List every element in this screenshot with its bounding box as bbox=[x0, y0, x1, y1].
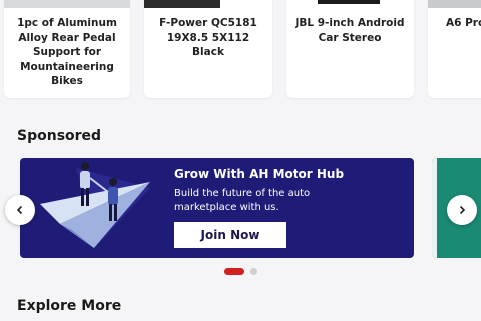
join-now-button[interactable]: Join Now bbox=[174, 222, 286, 248]
paper-plane-illustration bbox=[40, 162, 150, 248]
chevron-right-icon bbox=[459, 205, 466, 215]
product-image bbox=[428, 0, 481, 8]
product-name: A6 Pro L bbox=[446, 17, 481, 29]
explore-more-title: Explore More bbox=[17, 298, 122, 314]
carousel-prev-button[interactable] bbox=[5, 195, 35, 225]
product-strip: 1pc of Aluminum Alloy Rear Pedal Support… bbox=[0, 0, 481, 100]
sponsored-title: Sponsored bbox=[17, 128, 102, 144]
chevron-left-icon bbox=[16, 205, 23, 215]
banner-headline: Grow With AH Motor Hub bbox=[174, 167, 345, 181]
banner-body: Build the future of the auto marketplace… bbox=[174, 188, 311, 213]
product-card[interactable]: JBL 9-inch Android Car Stereo bbox=[286, 0, 414, 98]
product-card[interactable]: F-Power QC5181 19X8.5 5X112 Black bbox=[144, 0, 272, 98]
product-card[interactable]: A6 Pro L bbox=[428, 0, 481, 98]
product-image bbox=[4, 0, 130, 8]
product-name: 1pc of Aluminum Alloy Rear Pedal Support… bbox=[17, 17, 117, 87]
sponsored-banner[interactable]: Grow With AH Motor Hub Build the future … bbox=[20, 158, 414, 258]
pagination-dot-active[interactable] bbox=[224, 268, 244, 275]
product-image bbox=[144, 0, 220, 8]
pagination-dot[interactable] bbox=[250, 268, 257, 275]
product-image bbox=[286, 0, 414, 8]
carousel-pagination bbox=[224, 268, 264, 276]
product-card[interactable]: 1pc of Aluminum Alloy Rear Pedal Support… bbox=[4, 0, 130, 98]
carousel-next-button[interactable] bbox=[447, 195, 477, 225]
product-name: JBL 9-inch Android Car Stereo bbox=[295, 17, 405, 44]
page: 1pc of Aluminum Alloy Rear Pedal Support… bbox=[0, 0, 481, 321]
product-name: F-Power QC5181 19X8.5 5X112 Black bbox=[159, 17, 257, 58]
